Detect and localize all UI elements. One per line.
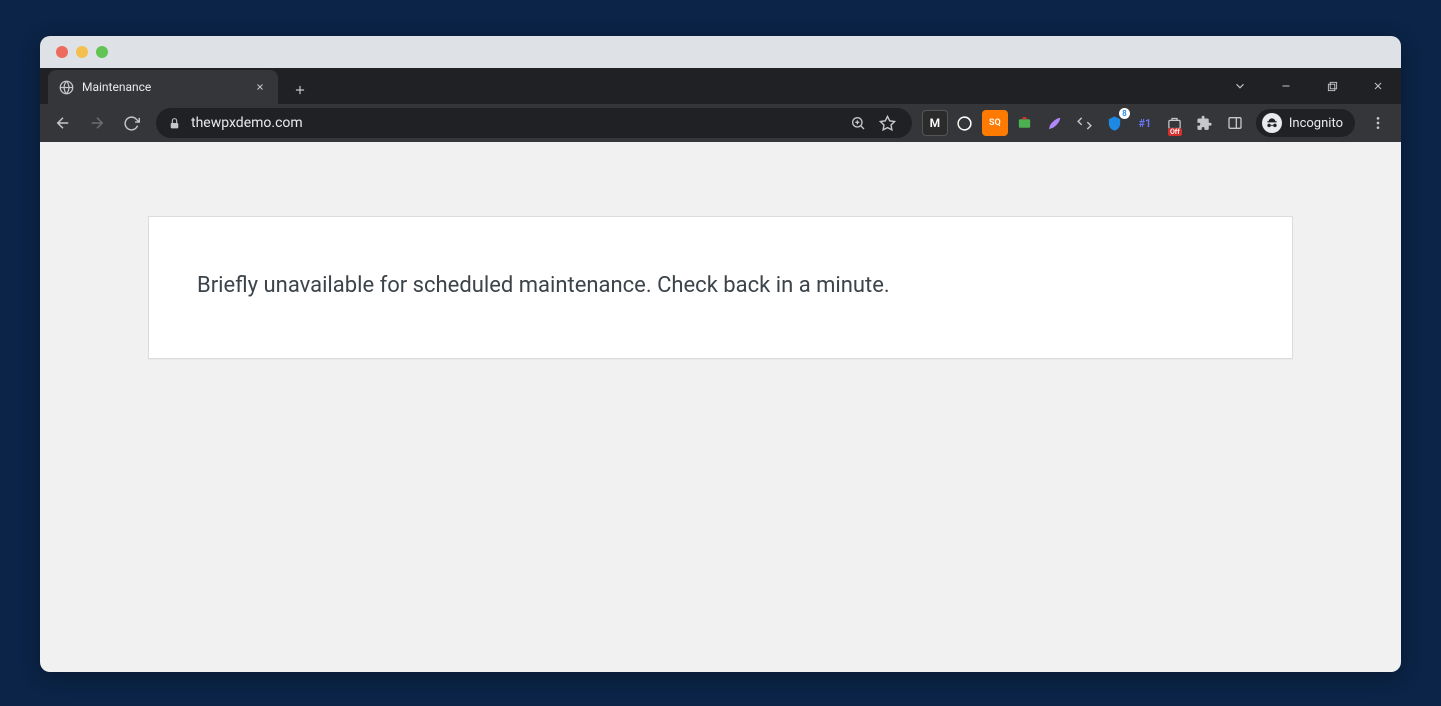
window-controls: [1217, 68, 1401, 104]
extension-m-icon[interactable]: M: [922, 110, 948, 136]
tab-title: Maintenance: [82, 80, 151, 94]
extension-sq-icon[interactable]: SQ: [982, 110, 1008, 136]
incognito-icon: [1262, 113, 1282, 133]
back-button[interactable]: [48, 108, 78, 138]
incognito-indicator[interactable]: Incognito: [1256, 109, 1355, 137]
extension-arrows-icon[interactable]: [1072, 110, 1098, 136]
extension-green-icon[interactable]: [1012, 110, 1038, 136]
incognito-label: Incognito: [1289, 116, 1343, 131]
window-minimize-mac[interactable]: [76, 46, 88, 58]
side-panel-icon[interactable]: [1222, 110, 1248, 136]
browser-tab[interactable]: Maintenance: [48, 70, 278, 104]
maintenance-message: Briefly unavailable for scheduled mainte…: [197, 273, 1244, 298]
window-minimize-button[interactable]: [1263, 68, 1309, 104]
tab-strip: Maintenance: [40, 68, 1401, 104]
extension-sq-label: SQ: [989, 118, 1001, 128]
extension-off-badge: Off: [1168, 128, 1182, 136]
page-viewport: Briefly unavailable for scheduled mainte…: [40, 142, 1401, 672]
tab-search-button[interactable]: [1217, 68, 1263, 104]
zoom-icon[interactable]: [846, 111, 870, 135]
window-close-button[interactable]: [1355, 68, 1401, 104]
window-maximize-mac[interactable]: [96, 46, 108, 58]
toolbar: thewpxdemo.com M SQ: [40, 104, 1401, 142]
extension-hash-label: #1: [1138, 117, 1151, 130]
extension-feather-icon[interactable]: [1042, 110, 1068, 136]
address-bar[interactable]: thewpxdemo.com: [156, 108, 912, 138]
extension-circle-icon[interactable]: [952, 110, 978, 136]
window-restore-button[interactable]: [1309, 68, 1355, 104]
tab-close-button[interactable]: [252, 79, 268, 95]
extension-hash-icon[interactable]: #1: [1132, 110, 1158, 136]
new-tab-button[interactable]: [286, 76, 314, 104]
maintenance-card: Briefly unavailable for scheduled mainte…: [148, 216, 1293, 359]
bookmark-star-icon[interactable]: [876, 111, 900, 135]
extension-badge: 8: [1119, 108, 1130, 119]
extensions-row: M SQ 8 #1 Off: [922, 110, 1248, 136]
globe-icon: [58, 79, 74, 95]
lock-icon: [168, 117, 181, 130]
reload-button[interactable]: [116, 108, 146, 138]
titlebar: [40, 36, 1401, 68]
extension-off-icon[interactable]: Off: [1162, 110, 1188, 136]
browser-menu-button[interactable]: [1363, 108, 1393, 138]
forward-button[interactable]: [82, 108, 112, 138]
extension-shield-icon[interactable]: 8: [1102, 110, 1128, 136]
extension-m-label: M: [930, 116, 941, 130]
url-text: thewpxdemo.com: [191, 115, 836, 131]
browser-window: Maintenance: [40, 36, 1401, 672]
window-close-mac[interactable]: [56, 46, 68, 58]
extensions-menu-icon[interactable]: [1192, 110, 1218, 136]
